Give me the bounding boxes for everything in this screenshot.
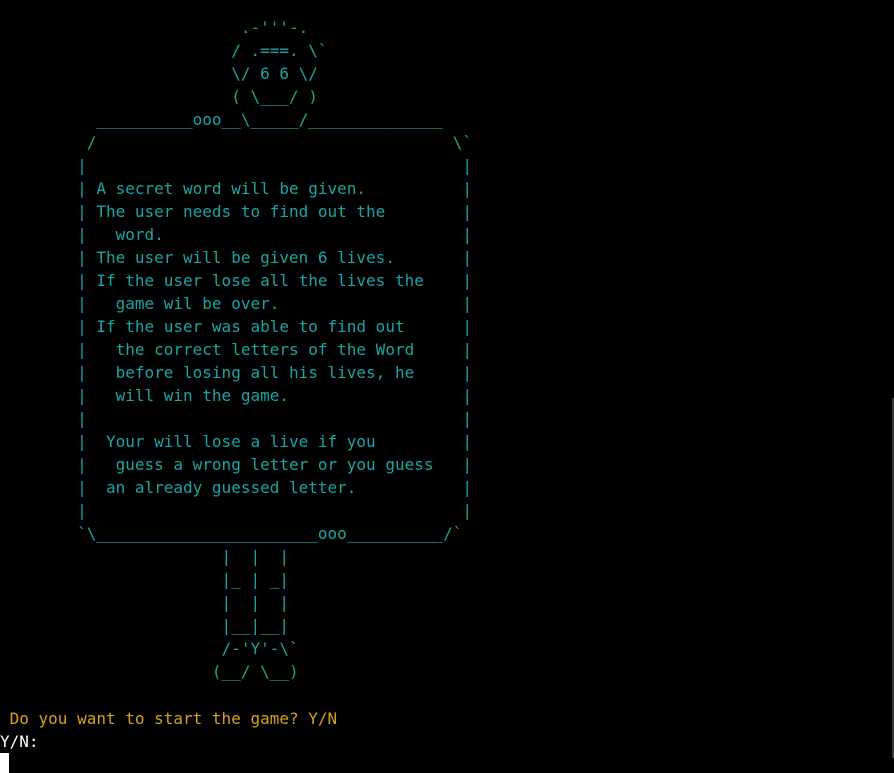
- hangman-ascii-art: .-'''-. / .===. \` \/ 6 6 \/ ( \___/ ) _…: [77, 18, 473, 681]
- input-label: Y/N:: [0, 732, 39, 751]
- text-cursor[interactable]: [0, 753, 9, 773]
- terminal-window[interactable]: .-'''-. / .===. \` \/ 6 6 \/ ( \___/ ) _…: [0, 0, 894, 773]
- start-game-prompt: Do you want to start the game? Y/N: [0, 709, 338, 728]
